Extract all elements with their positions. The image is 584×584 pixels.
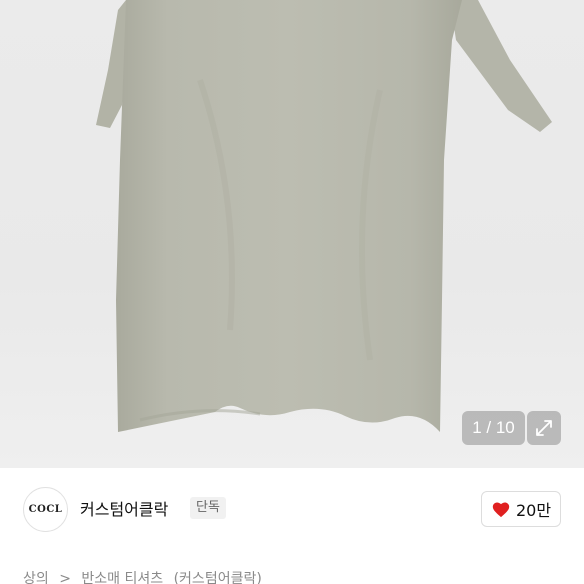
product-image — [96, 0, 552, 432]
breadcrumb-separator: > — [59, 571, 71, 584]
breadcrumb-item-subcategory[interactable]: 반소매 티셔츠 — [81, 571, 163, 584]
heart-icon — [492, 502, 510, 518]
image-counter: 1 / 10 — [462, 411, 525, 445]
product-image-gallery[interactable]: 1 / 10 — [0, 0, 584, 468]
brand-logo[interactable]: COCL — [23, 487, 68, 532]
exclusive-badge: 단독 — [190, 497, 226, 519]
brand-row: COCL 커스텀어클락 단독 20만 — [0, 468, 584, 550]
expand-button[interactable] — [527, 411, 561, 445]
expand-icon — [536, 420, 552, 436]
brand-name[interactable]: 커스텀어클락 — [80, 496, 168, 520]
like-button[interactable]: 20만 — [481, 491, 561, 527]
breadcrumb: 상의 > 반소매 티셔츠 (커스텀어클락) — [23, 568, 268, 584]
like-count: 20만 — [515, 501, 552, 520]
breadcrumb-item-brand[interactable]: (커스텀어클락) — [174, 571, 262, 584]
breadcrumb-item-category[interactable]: 상의 — [23, 571, 49, 584]
